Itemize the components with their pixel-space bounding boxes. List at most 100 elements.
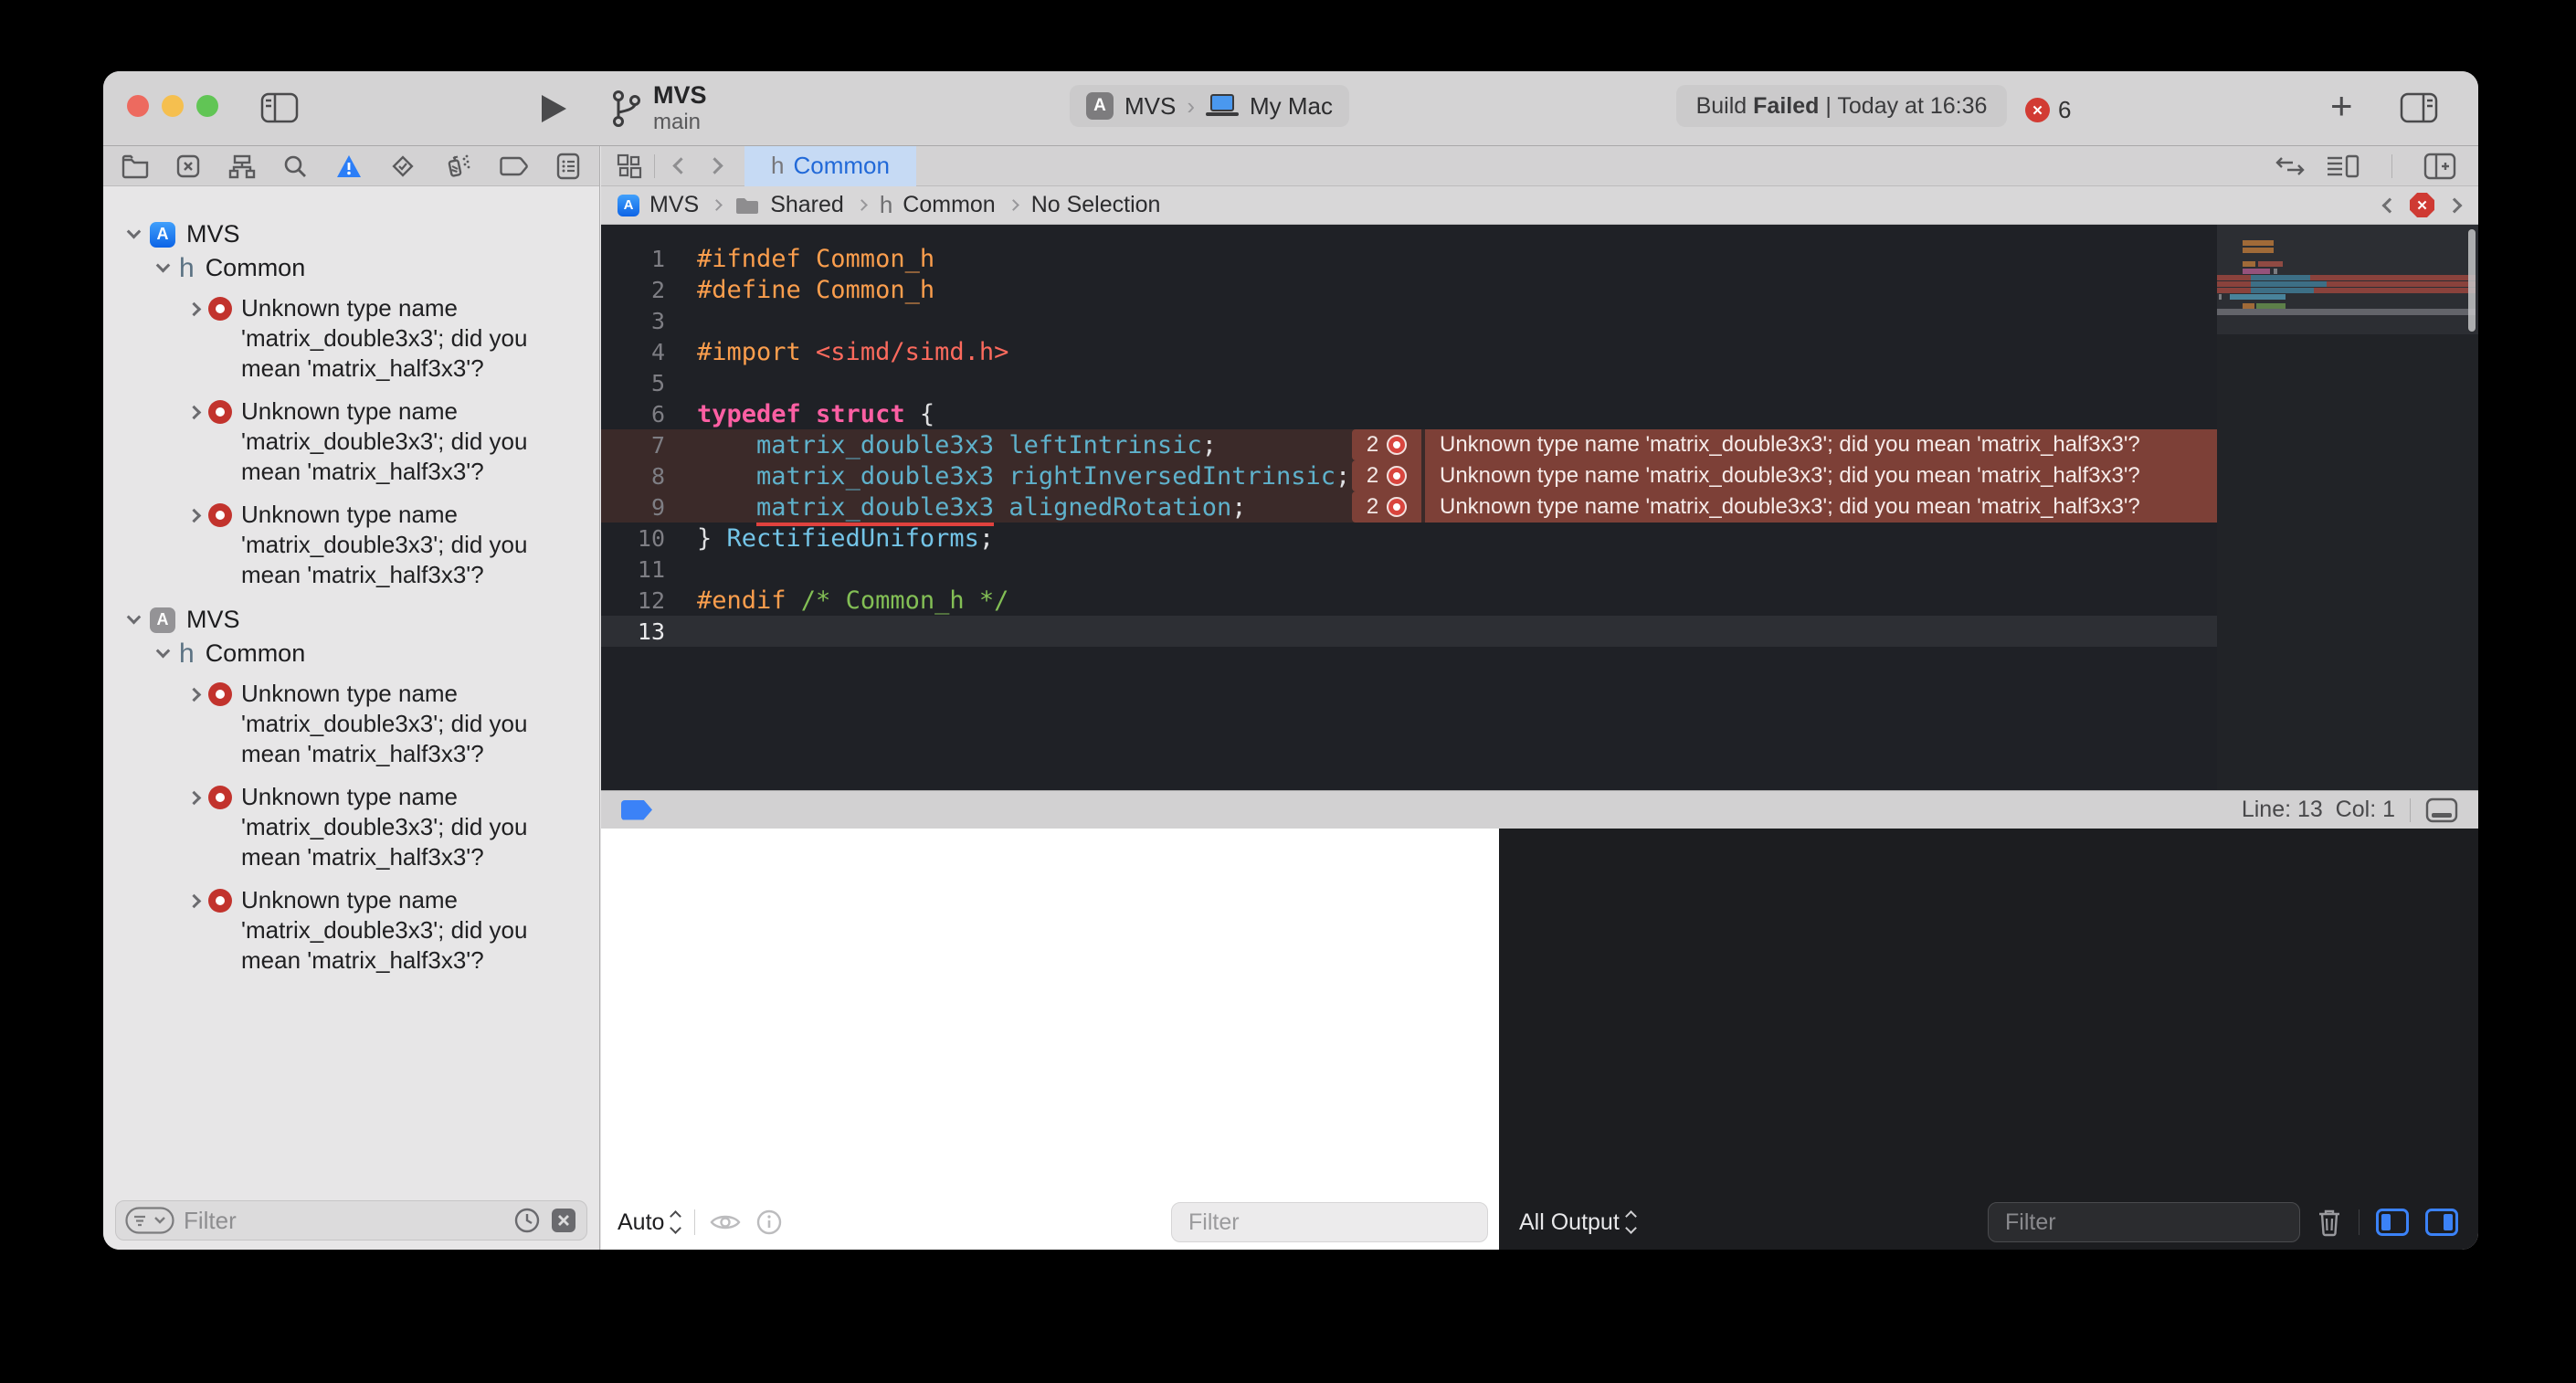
adjust-editor-options-icon[interactable]	[2326, 153, 2360, 180]
quicklook-eye-icon[interactable]	[710, 1211, 741, 1233]
line-number[interactable]: 8	[601, 463, 665, 490]
activity-status[interactable]: Build Failed | Today at 16:36	[1676, 85, 2007, 127]
project-navigator-icon[interactable]	[121, 153, 149, 179]
breakpoint-icon[interactable]	[621, 799, 652, 820]
issue-item[interactable]: Unknown type name 'matrix_double3x3'; di…	[103, 782, 599, 872]
scheme-selector[interactable]: A MVS › My Mac	[1070, 85, 1350, 127]
project-status-group[interactable]: MVS main	[611, 80, 707, 135]
code-line[interactable]: 5	[601, 367, 2217, 398]
console-filter-field[interactable]	[1988, 1202, 2300, 1242]
line-number[interactable]: 9	[601, 494, 665, 521]
line-number[interactable]: 4	[601, 339, 665, 365]
project-row[interactable]: A MVS	[103, 603, 599, 637]
breadcrumb-selection[interactable]: No Selection	[1031, 192, 1161, 218]
add-editor-icon[interactable]	[2423, 153, 2456, 180]
console-filter-input[interactable]	[2005, 1209, 2299, 1236]
tab-common[interactable]: h Common	[744, 145, 916, 186]
disclosure-right-icon[interactable]	[186, 508, 202, 523]
inline-error-count-badge[interactable]: 2	[1352, 460, 1421, 491]
line-number[interactable]: 6	[601, 401, 665, 428]
file-row[interactable]: h Common	[103, 637, 599, 670]
run-button[interactable]	[542, 95, 566, 122]
line-number[interactable]: 7	[601, 432, 665, 459]
toggle-console-view-button[interactable]	[2425, 1209, 2458, 1236]
inline-error-count-badge[interactable]: 2	[1352, 491, 1421, 523]
disclosure-down-icon[interactable]	[126, 224, 142, 239]
go-back-button[interactable]	[672, 157, 690, 174]
disclosure-right-icon[interactable]	[186, 893, 202, 909]
disclosure-right-icon[interactable]	[186, 687, 202, 702]
disclosure-right-icon[interactable]	[186, 405, 202, 420]
code-line[interactable]: 7 matrix_double3x3 leftIntrinsic; 2 Unknow…	[601, 429, 2217, 464]
toggle-navigator-button[interactable]	[260, 92, 299, 123]
code-line[interactable]: 3	[601, 305, 2217, 336]
line-number[interactable]: 2	[601, 277, 665, 303]
zoom-window-button[interactable]	[196, 95, 218, 117]
debug-navigator-icon[interactable]	[443, 153, 472, 180]
code-line[interactable]: 11	[601, 554, 2217, 585]
line-number[interactable]: 13	[601, 618, 665, 645]
inline-error-annotation[interactable]: 2 Unknown type name 'matrix_double3x3'; d…	[1352, 460, 2217, 491]
error-octagon-icon[interactable]: ✕	[2410, 193, 2434, 217]
breadcrumb-group[interactable]: Shared	[770, 192, 844, 218]
disclosure-down-icon[interactable]	[126, 609, 142, 625]
inline-error-annotation[interactable]: 2 Unknown type name 'matrix_double3x3'; d…	[1352, 491, 2217, 523]
variables-scope-popup[interactable]: Auto	[618, 1209, 682, 1236]
test-navigator-icon[interactable]	[389, 153, 417, 180]
line-number[interactable]: 3	[601, 308, 665, 334]
navigator-filter-input[interactable]	[184, 1206, 504, 1235]
console-scope-popup[interactable]: All Output	[1519, 1209, 1637, 1236]
breadcrumb-file[interactable]: Common	[903, 192, 995, 218]
go-forward-button[interactable]	[706, 157, 723, 174]
code-line[interactable]: 9 matrix_double3x3 alignedRotation; 2 Unkn…	[601, 491, 2217, 526]
code-line[interactable]: 6 typedef struct {	[601, 398, 2217, 429]
disclosure-right-icon[interactable]	[186, 301, 202, 317]
variables-view[interactable]: Auto	[601, 829, 1499, 1250]
issue-navigator-icon[interactable]	[335, 153, 363, 179]
symbol-navigator-icon[interactable]	[228, 153, 256, 179]
line-number[interactable]: 5	[601, 370, 665, 396]
breakpoint-navigator-icon[interactable]	[499, 154, 529, 178]
editor-scrollbar-thumb[interactable]	[2468, 229, 2476, 332]
variables-filter-input[interactable]	[1188, 1209, 1483, 1236]
issue-item[interactable]: Unknown type name 'matrix_double3x3'; di…	[103, 396, 599, 487]
toggle-inspector-button[interactable]	[2400, 92, 2438, 123]
breadcrumb-project[interactable]: MVS	[649, 192, 699, 218]
source-control-navigator-icon[interactable]	[175, 153, 201, 179]
toolbar-error-badge[interactable]: ✕ 6	[2025, 96, 2071, 124]
minimap[interactable]	[2217, 225, 2478, 790]
scheme-target[interactable]: MVS	[1124, 92, 1176, 121]
issue-item[interactable]: Unknown type name 'matrix_double3x3'; di…	[103, 500, 599, 590]
code-line[interactable]: 13	[601, 616, 2217, 647]
project-row[interactable]: A MVS	[103, 217, 599, 251]
scheme-destination[interactable]: My Mac	[1250, 92, 1333, 121]
variables-filter-field[interactable]	[1171, 1202, 1488, 1242]
related-items-grid-icon[interactable]	[616, 153, 643, 180]
toggle-variables-view-button[interactable]	[2376, 1209, 2409, 1236]
minimize-window-button[interactable]	[162, 95, 184, 117]
line-number[interactable]: 11	[601, 556, 665, 583]
filter-menu-icon[interactable]	[125, 1207, 174, 1234]
clear-filter-icon[interactable]	[550, 1207, 577, 1234]
issue-item[interactable]: Unknown type name 'matrix_double3x3'; di…	[103, 293, 599, 384]
recent-issues-clock-icon[interactable]	[513, 1207, 541, 1234]
code-line[interactable]: 8 matrix_double3x3 rightInversedIntrinsi…	[601, 460, 2217, 495]
code-review-icon[interactable]	[2275, 154, 2306, 178]
code-line[interactable]: 10} RectifiedUniforms;	[601, 523, 2217, 554]
line-number[interactable]: 12	[601, 587, 665, 614]
clear-console-trash-icon[interactable]	[2317, 1208, 2342, 1237]
file-row[interactable]: h Common	[103, 251, 599, 285]
next-issue-button[interactable]	[2446, 197, 2463, 213]
previous-issue-button[interactable]	[2381, 197, 2398, 213]
code-line[interactable]: 4 #import <simd/simd.h>	[601, 336, 2217, 367]
toggle-debug-area-icon[interactable]	[2425, 797, 2458, 823]
disclosure-down-icon[interactable]	[155, 258, 171, 273]
code-line[interactable]: 2 #define Common_h	[601, 274, 2217, 305]
disclosure-down-icon[interactable]	[155, 643, 171, 659]
code-line[interactable]: 12 #endif /* Common_h */	[601, 585, 2217, 616]
console-view[interactable]: All Output	[1499, 829, 2478, 1250]
inline-error-count-badge[interactable]: 2	[1352, 429, 1421, 460]
inline-error-annotation[interactable]: 2 Unknown type name 'matrix_double3x3'; d…	[1352, 429, 2217, 460]
library-add-button[interactable]: +	[2330, 84, 2353, 128]
line-number[interactable]: 10	[601, 525, 665, 552]
